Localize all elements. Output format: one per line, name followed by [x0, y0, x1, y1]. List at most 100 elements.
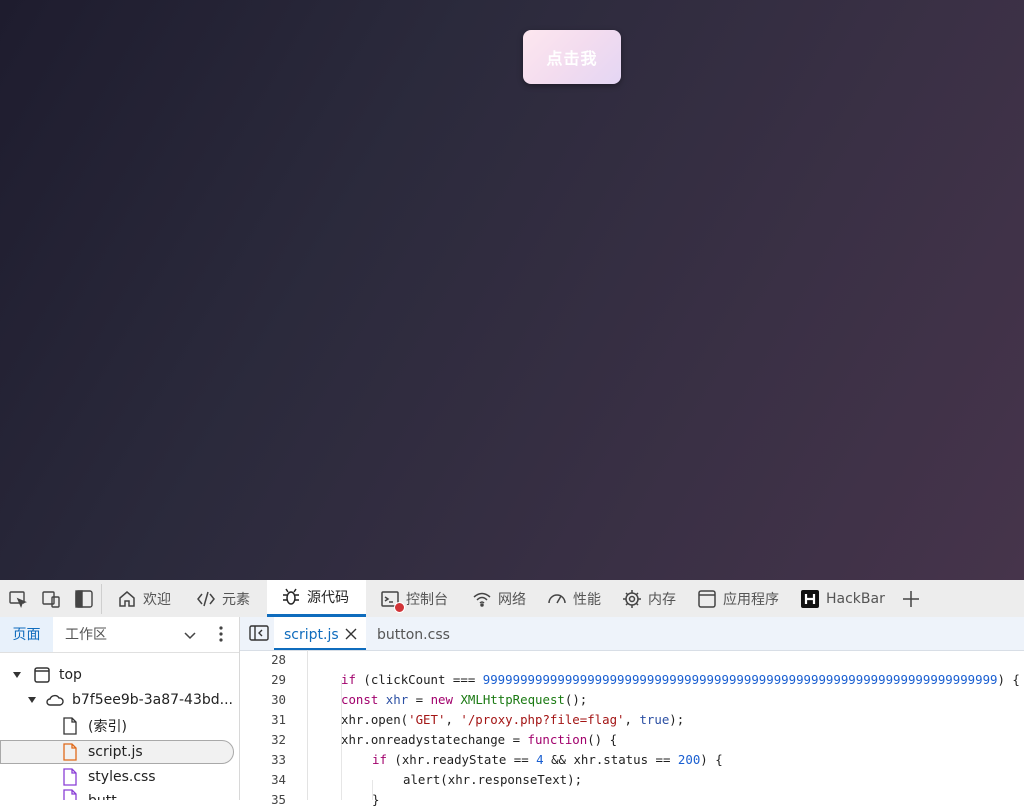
token: if: [341, 672, 356, 687]
gauge-icon: [548, 593, 566, 603]
editor-tabs: script.js button.css: [240, 617, 1024, 651]
tab-network[interactable]: 网络: [472, 580, 526, 617]
click-me-button[interactable]: 点击我: [523, 30, 621, 84]
more-tools-plus-icon[interactable]: [901, 589, 921, 609]
editor-tab-script[interactable]: script.js: [274, 617, 366, 650]
tab-welcome-label: 欢迎: [143, 591, 171, 608]
code-area[interactable]: 28 29 30 31 32 33 34 35 if (clickCount =…: [240, 650, 1024, 807]
tree-item-top[interactable]: top: [12, 663, 82, 687]
code-line-30: const xhr = new XMLHttpRequest();: [341, 692, 587, 707]
tab-memory[interactable]: 内存: [622, 580, 676, 617]
tree-file-styles-label: styles.css: [88, 769, 156, 785]
home-icon: [119, 590, 135, 607]
line-number: 34: [271, 772, 286, 787]
token: (xhr.readyState ==: [394, 752, 529, 767]
tab-sources-label: 源代码: [307, 590, 349, 606]
line-number: 28: [271, 652, 286, 667]
tree-file-index[interactable]: (索引): [62, 714, 127, 738]
tree-file-script-selected[interactable]: script.js: [0, 740, 234, 764]
token: new: [430, 692, 453, 707]
tab-console-label: 控制台: [406, 591, 448, 608]
token: 9999999999999999999999999999999999999999…: [482, 672, 998, 687]
tab-workspace[interactable]: 工作区: [65, 617, 107, 652]
inspect-element-icon[interactable]: [8, 589, 28, 609]
tab-performance-label: 性能: [573, 591, 601, 608]
gutter-divider: [307, 650, 308, 800]
tree-item-origin[interactable]: b7f5ee9b-3a87-43bd...: [27, 688, 233, 712]
token: =: [415, 692, 424, 707]
tab-application[interactable]: 应用程序: [697, 580, 779, 617]
token: true: [639, 712, 670, 727]
editor-tab-button-css[interactable]: button.css: [377, 617, 450, 650]
code-line-33: if (xhr.readyState == 4 && xhr.status ==…: [372, 752, 723, 767]
devtools-toolbar: 欢迎 元素 源代码 控制台 网络 性能 内存 应用程序 HackBar: [0, 580, 1024, 618]
bug-icon: [283, 588, 299, 605]
tab-page[interactable]: 页面: [0, 617, 53, 652]
token: ();: [564, 692, 588, 707]
triangle-down-icon: [13, 672, 21, 678]
tree-file-index-label: (索引): [88, 719, 127, 735]
token: && xhr.status ==: [551, 752, 671, 767]
line-number: 31: [271, 712, 286, 727]
code-line-34: alert(xhr.responseText);: [403, 772, 582, 787]
device-emulation-icon[interactable]: [41, 589, 61, 609]
css-file-icon: [63, 789, 77, 800]
tree-file-styles[interactable]: styles.css: [62, 765, 156, 789]
close-icon[interactable]: [345, 628, 357, 640]
token: const: [341, 692, 379, 707]
code-line-31: xhr.open('GET', '/proxy.php?file=flag', …: [341, 712, 684, 727]
token: ) {: [700, 752, 723, 767]
tab-sources[interactable]: 源代码: [267, 580, 366, 617]
tree-item-top-label: top: [59, 667, 82, 683]
code-brackets-icon: [197, 591, 215, 606]
token: ) {: [997, 672, 1020, 687]
code-line-32: xhr.onreadystatechange = function() {: [341, 732, 617, 747]
tab-network-label: 网络: [498, 591, 526, 608]
token: (clickCount ===: [363, 672, 476, 687]
toggle-sidebar-icon[interactable]: [74, 589, 94, 609]
tab-elements-label: 元素: [222, 591, 250, 608]
line-number: 33: [271, 752, 286, 767]
error-badge-icon: [394, 601, 405, 613]
line-number: 32: [271, 732, 286, 747]
sources-navigator: 页面 工作区 top b7f5ee9b-3a87-43bd... (索引) sc…: [0, 617, 240, 800]
token: alert(xhr.responseText);: [403, 772, 583, 787]
token: );: [669, 712, 685, 727]
chevron-down-icon[interactable]: [182, 627, 198, 643]
tree-file-button-css[interactable]: butt: [62, 789, 117, 800]
token: function: [527, 732, 588, 747]
css-file-icon: [63, 768, 77, 786]
file-icon: [63, 717, 77, 735]
js-file-icon: [63, 743, 77, 761]
tree-item-origin-label: b7f5ee9b-3a87-43bd...: [72, 692, 233, 708]
tab-welcome[interactable]: 欢迎: [117, 580, 171, 617]
cloud-icon: [46, 694, 64, 706]
tab-elements[interactable]: 元素: [196, 580, 250, 617]
tab-hackbar[interactable]: HackBar: [800, 580, 885, 617]
token: xhr: [385, 692, 409, 707]
tab-hackbar-label: HackBar: [826, 590, 885, 607]
token: () {: [587, 732, 618, 747]
token: 200: [677, 752, 701, 767]
hackbar-h-icon: [801, 589, 819, 608]
devtools-panel: 欢迎 元素 源代码 控制台 网络 性能 内存 应用程序 HackBar 页面 工…: [0, 580, 1024, 807]
token: 'GET': [408, 712, 446, 727]
chip-icon: [623, 589, 641, 608]
toolbar-divider: [101, 584, 102, 614]
token: XMLHttpRequest: [460, 692, 565, 707]
editor-tab-script-label: script.js: [284, 627, 339, 643]
more-options-icon[interactable]: [216, 625, 226, 643]
line-number: 29: [271, 672, 286, 687]
triangle-down-icon: [28, 697, 36, 703]
token: ,: [445, 712, 453, 727]
tab-application-label: 应用程序: [723, 591, 779, 608]
toggle-navigator-icon[interactable]: [249, 625, 269, 641]
tab-console[interactable]: 控制台: [380, 580, 448, 617]
token: '/proxy.php?file=flag': [460, 712, 625, 727]
tree-file-script-label: script.js: [88, 744, 143, 760]
token: xhr.open(: [341, 712, 409, 727]
token: if: [372, 752, 387, 767]
code-line-29: if (clickCount === 999999999999999999999…: [341, 672, 1020, 687]
tab-performance[interactable]: 性能: [547, 580, 601, 617]
line-number: 30: [271, 692, 286, 707]
